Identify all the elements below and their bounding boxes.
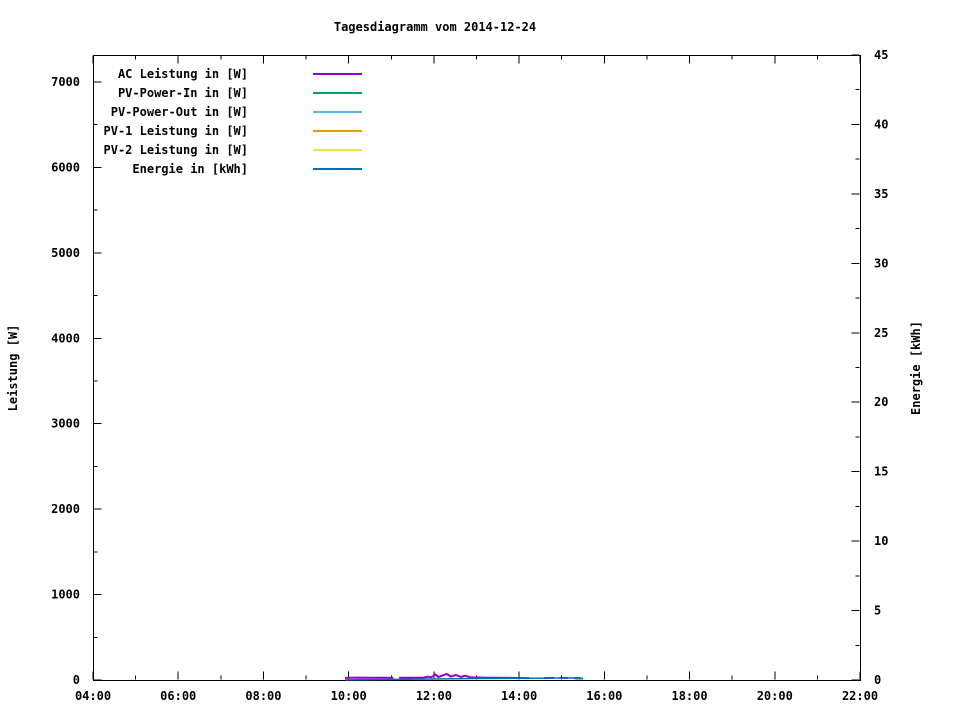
chart-canvas: Tagesdiagramm vom 2014-12-24 Leistung [W… [0,0,960,720]
x-tick-label: 12:00 [416,689,452,703]
x-tick-label: 20:00 [757,689,793,703]
legend-label: PV-1 Leistung in [W] [104,124,249,138]
x-tick-label: 04:00 [75,689,111,703]
y-right-tick-label: 45 [874,48,888,62]
y-left-tick-label: 6000 [51,160,80,174]
x-tick-label: 16:00 [586,689,622,703]
y-right-tick-label: 20 [874,395,888,409]
y-right-tick-label: 30 [874,256,888,270]
y-left-tick-label: 0 [73,673,80,687]
y-right-tick-label: 40 [874,117,888,131]
y-right-tick-label: 0 [874,673,881,687]
x-tick-label: 14:00 [501,689,537,703]
legend-label: PV-2 Leistung in [W] [104,143,249,157]
y-right-tick-label: 10 [874,534,888,548]
x-tick-label: 18:00 [671,689,707,703]
y-left-tick-label: 2000 [51,502,80,516]
legend-label: PV-Power-Out in [W] [111,105,248,119]
y-right-tick-label: 35 [874,187,888,201]
y-right-tick-label: 5 [874,604,881,618]
series-line [399,674,529,678]
legend-label: AC Leistung in [W] [118,67,248,81]
x-tick-label: 08:00 [245,689,281,703]
legend-label: PV-Power-In in [W] [118,86,248,100]
x-tick-label: 06:00 [160,689,196,703]
y-left-tick-label: 1000 [51,588,80,602]
x-tick-label: 10:00 [331,689,367,703]
y-right-tick-label: 25 [874,326,888,340]
x-tick-label: 22:00 [842,689,878,703]
y-left-tick-label: 3000 [51,417,80,431]
y-left-tick-label: 7000 [51,75,80,89]
y-left-tick-label: 5000 [51,246,80,260]
y-left-tick-label: 4000 [51,331,80,345]
legend-label: Energie in [kWh] [132,162,248,176]
plot-svg: 04:00 06:00 08:00 10:00 12:00 14:00 16:00 18:00… [0,0,960,720]
y-right-tick-label: 15 [874,465,888,479]
